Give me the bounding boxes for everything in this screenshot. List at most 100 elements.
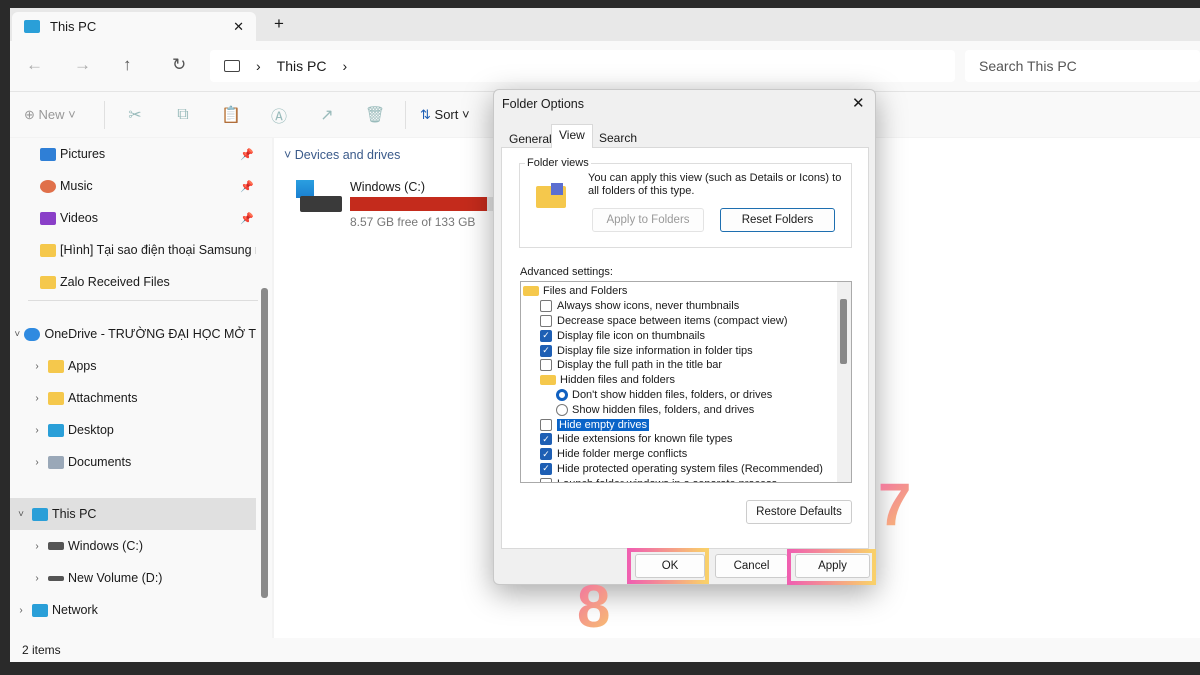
- breadcrumb[interactable]: › This PC ›: [210, 50, 955, 82]
- checkbox[interactable]: ✓: [540, 330, 552, 342]
- tab-view[interactable]: View: [551, 124, 593, 148]
- chevron-down-icon[interactable]: ˅: [10, 329, 24, 340]
- up-icon[interactable]: ↑: [123, 55, 132, 75]
- apply-to-folders-button[interactable]: Apply to Folders: [592, 208, 704, 232]
- sidebar-item-onedrive[interactable]: ˅OneDrive - TRƯỜNG ĐẠI HỌC MỞ T: [10, 318, 256, 350]
- cut-icon[interactable]: ✂: [111, 105, 159, 125]
- setting-item[interactable]: ✓Hide folder merge conflicts: [523, 447, 851, 462]
- view-tab-panel: Folder views You can apply this view (su…: [501, 147, 869, 549]
- setting-item[interactable]: Display the full path in the title bar: [523, 358, 851, 373]
- list-scrollbar[interactable]: [837, 282, 851, 482]
- new-tab-button[interactable]: +: [274, 14, 284, 34]
- close-tab-icon[interactable]: ✕: [233, 19, 244, 35]
- checkbox[interactable]: [540, 359, 552, 371]
- sidebar-scrollbar[interactable]: [261, 288, 268, 598]
- sidebar-item-zalo[interactable]: Zalo Received Files: [10, 266, 256, 298]
- sidebar-item-attachments[interactable]: ›Attachments: [10, 382, 256, 414]
- checkbox[interactable]: ✓: [540, 463, 552, 475]
- chevron-right-icon[interactable]: ›: [26, 541, 48, 552]
- setting-item[interactable]: Hidden files and folders: [523, 373, 851, 388]
- close-icon[interactable]: ✕: [852, 94, 865, 112]
- divider: [104, 101, 105, 129]
- radio-button[interactable]: [556, 389, 568, 401]
- setting-item[interactable]: Don't show hidden files, folders, or dri…: [523, 388, 851, 403]
- restore-defaults-button[interactable]: Restore Defaults: [746, 500, 852, 524]
- rename-icon[interactable]: Ⓐ: [255, 103, 303, 127]
- setting-item[interactable]: ✓Hide extensions for known file types: [523, 432, 851, 447]
- folder-icon: [540, 375, 556, 385]
- label: Videos: [60, 211, 98, 225]
- chevron-right-icon[interactable]: ›: [26, 573, 48, 584]
- step-7-annotation: 7: [878, 470, 911, 539]
- chevron-right-icon[interactable]: ›: [26, 361, 48, 372]
- share-icon[interactable]: ↗: [303, 105, 351, 125]
- section-header[interactable]: ˅ Devices and drives: [284, 148, 400, 162]
- pin-icon: 📌: [240, 180, 254, 193]
- delete-icon[interactable]: 🗑: [351, 105, 399, 125]
- tab-this-pc[interactable]: This PC ✕: [12, 12, 256, 41]
- checkbox[interactable]: ✓: [540, 433, 552, 445]
- sidebar-item-documents[interactable]: ›Documents: [10, 446, 256, 478]
- scroll-thumb[interactable]: [840, 299, 847, 364]
- folder-icon: [40, 244, 56, 257]
- setting-item[interactable]: ✓Display file size information in folder…: [523, 343, 851, 358]
- setting-item[interactable]: Show hidden files, folders, and drives: [523, 402, 851, 417]
- chevron-right-icon[interactable]: ›: [26, 393, 48, 404]
- folder-icon: [40, 276, 56, 289]
- drive-icon: [48, 576, 64, 581]
- breadcrumb-this-pc[interactable]: This PC: [277, 58, 327, 74]
- sidebar-item-this-pc[interactable]: ˅This PC: [10, 498, 256, 530]
- radio-button[interactable]: [556, 404, 568, 416]
- reset-folders-button[interactable]: Reset Folders: [720, 208, 835, 232]
- tab-title: This PC: [50, 19, 233, 34]
- chevron-right-icon[interactable]: ›: [26, 457, 48, 468]
- sort-button[interactable]: ⇅ Sort ˅: [420, 107, 470, 123]
- setting-item[interactable]: ✓Hide protected operating system files (…: [523, 462, 851, 477]
- checkbox[interactable]: ✓: [540, 345, 552, 357]
- folder-icon: [523, 286, 539, 296]
- drive-name: Windows (C:): [350, 180, 425, 194]
- chevron-right-icon[interactable]: ›: [10, 605, 32, 616]
- chevron-right-icon[interactable]: ›: [26, 425, 48, 436]
- setting-item[interactable]: ✓ Display file icon on thumbnails: [523, 328, 851, 343]
- sidebar-item-drive-c[interactable]: ›Windows (C:): [10, 530, 256, 562]
- checkbox[interactable]: [540, 300, 552, 312]
- checkbox[interactable]: [540, 478, 552, 483]
- copy-icon[interactable]: ⧉: [159, 106, 207, 124]
- advanced-settings-list[interactable]: Files and FoldersAlways show icons, neve…: [520, 281, 852, 483]
- sidebar-item-pictures[interactable]: Pictures📌: [10, 138, 256, 170]
- sidebar-item-music[interactable]: Music📌: [10, 170, 256, 202]
- tab-search[interactable]: Search: [592, 128, 644, 149]
- drive-tile-c[interactable]: Windows (C:) 8.57 GB free of 133 GB: [296, 176, 496, 222]
- new-button[interactable]: ⊕ New ˅: [24, 107, 98, 123]
- setting-item[interactable]: Decrease space between items (compact vi…: [523, 314, 851, 329]
- back-icon[interactable]: ←: [26, 55, 43, 75]
- paste-icon[interactable]: 📋: [207, 105, 255, 125]
- checkbox[interactable]: [540, 419, 552, 431]
- chevron-right-icon[interactable]: ›: [342, 58, 347, 74]
- cloud-icon: [24, 328, 40, 341]
- setting-item[interactable]: Files and Folders: [523, 284, 851, 299]
- sidebar-item-drive-d[interactable]: ›New Volume (D:): [10, 562, 256, 594]
- setting-item[interactable]: Hide empty drives: [523, 417, 851, 432]
- network-icon: [32, 604, 48, 617]
- cancel-button[interactable]: Cancel: [715, 554, 788, 578]
- setting-item[interactable]: Launch folder windows in a separate proc…: [523, 476, 851, 483]
- setting-item[interactable]: Always show icons, never thumbnails: [523, 299, 851, 314]
- forward-icon[interactable]: →: [74, 55, 91, 75]
- drive-free-space: 8.57 GB free of 133 GB: [350, 215, 475, 229]
- sidebar-item-desktop[interactable]: ›Desktop: [10, 414, 256, 446]
- sidebar-item-network[interactable]: ›Network: [10, 594, 256, 626]
- sidebar-item-videos[interactable]: Videos📌: [10, 202, 256, 234]
- label: Zalo Received Files: [60, 275, 170, 289]
- checkbox[interactable]: ✓: [540, 448, 552, 460]
- chevron-down-icon[interactable]: ˅: [10, 509, 32, 520]
- checkbox[interactable]: [540, 315, 552, 327]
- refresh-icon[interactable]: ↻: [172, 55, 186, 75]
- sidebar-item-folder[interactable]: [Hình] Tại sao điện thoại Samsung nh: [10, 234, 256, 266]
- tab-bar: This PC ✕ +: [10, 8, 1200, 41]
- sidebar-item-apps[interactable]: ›Apps: [10, 350, 256, 382]
- divider: [405, 101, 406, 129]
- setting-label: Display file icon on thumbnails: [557, 330, 705, 342]
- search-input[interactable]: Search This PC: [965, 50, 1200, 82]
